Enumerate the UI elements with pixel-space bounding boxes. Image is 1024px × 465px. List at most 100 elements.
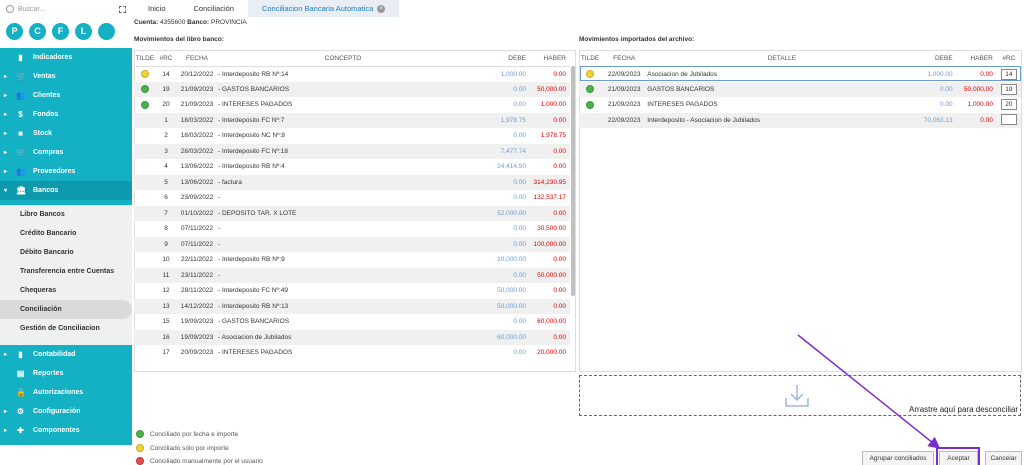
haber-cell: 1,000.00 (540, 101, 566, 109)
tilde-cell (134, 314, 156, 330)
table-row[interactable]: 8 07/11/2022 - 0.00 30,500.00 (134, 221, 570, 237)
submenu-item[interactable]: Transferencia entre Cuentas (0, 262, 132, 281)
rc-input[interactable] (1000, 113, 1017, 125)
chevron-icon: ▸ (4, 112, 8, 118)
table-row[interactable]: 1 18/03/2022 - Interdeposito FC Nº:7 1,978… (134, 112, 570, 128)
search-bar[interactable]: Buscar... (0, 0, 132, 18)
quick-circle-0[interactable]: P (6, 22, 23, 40)
chevron-icon: ▸ (4, 93, 8, 99)
column-header: TILDE (579, 51, 602, 67)
table-row[interactable]: 19 21/09/2023 - GASTOS BANCARIOS 0.00 50,00… (134, 81, 570, 97)
chevron-icon: ▾ (4, 188, 8, 194)
quick-circle-1[interactable]: C (29, 22, 46, 40)
users-icon: 👥 (16, 91, 26, 100)
tilde-cell (134, 112, 156, 128)
table-row[interactable]: 12 28/11/2022 - Interdeposito FC Nº:49 50,… (134, 283, 570, 299)
haber-cell: 50,000.00 (530, 81, 570, 97)
drop-zone[interactable]: Arrastre aquí para desconciliar (579, 375, 1021, 416)
table-row[interactable]: 21/09/2023 GASTOS BANCARIOS 0.00 50,000.00 1… (579, 81, 1021, 97)
menu-item-reportes[interactable]: ▤ Reportes (0, 364, 132, 383)
concepto-cell: - (218, 236, 468, 252)
debe-cell: 0.00 (513, 225, 526, 233)
rc-cell: 20 (162, 101, 170, 109)
table-row[interactable]: 20 21/09/2023 - INTERESES PAGADOS 0.00 1,00… (134, 97, 570, 113)
table-row[interactable]: 10 22/11/2022 - Interdeposito RB Nº:9 10,0… (134, 252, 570, 268)
tab-1[interactable]: Conciliación (180, 0, 248, 17)
table-row[interactable]: 22/09/2023 Interdeposito - Asociacion de … (579, 112, 1021, 128)
menu-item-ventas[interactable]: ▸ 🛒 Ventas (0, 67, 132, 86)
fecha-cell: 14/12/2022 (176, 298, 218, 314)
haber-cell: 30,500.00 (537, 225, 566, 233)
concepto-cell: - GASTOS BANCARIOS (218, 318, 290, 326)
column-header: DEBE (468, 51, 530, 67)
submenu-item[interactable]: Conciliación (0, 300, 132, 319)
rc-cell: 8 (164, 225, 168, 233)
table-row[interactable]: 5 13/06/2022 - factura 0.00 314,230.95 (134, 174, 570, 190)
menu-item-bancos[interactable]: ▾ 🏛 Bancos (0, 181, 132, 200)
debe-cell: 0.00 (916, 81, 957, 97)
table-row[interactable]: 6 23/09/2022 - 0.00 132,537.17 (134, 190, 570, 206)
table-row[interactable]: 4 13/06/2022 - Interdeposito RB Nº:4 24,41… (134, 159, 570, 175)
menu-item-autorizaciones[interactable]: 🔒 Autorizaciones (0, 383, 132, 402)
tilde-cell (134, 329, 156, 345)
table-row[interactable]: 9 07/11/2022 -0.00 100,000.00 (134, 236, 570, 252)
submenu-item[interactable]: Libro Bancos (0, 205, 132, 224)
quick-circle-4[interactable] (98, 22, 115, 40)
table-row[interactable]: 7 01/10/2022 - DEPOSITO TAR. X LOTE 52,000… (134, 205, 570, 221)
debe-cell: 0.00 (513, 349, 526, 357)
table-row[interactable]: 3 28/03/2022 - Interdeposito FC Nº:18 7,47… (134, 143, 570, 159)
submenu-item[interactable]: Débito Bancario (0, 243, 132, 262)
drop-label: Arrastre aquí para desconciliar (909, 405, 1018, 414)
close-icon[interactable]: × (377, 4, 386, 13)
menu-item-configuración[interactable]: ▸ ⚙ Configuración (0, 402, 132, 421)
cuenta-value: 4355600 (160, 19, 186, 26)
menu-item-label: Proveedores (33, 168, 76, 175)
expand-icon[interactable] (119, 5, 126, 13)
menu-item-label: Componentes (33, 427, 80, 434)
quick-circle-2[interactable]: F (52, 22, 69, 40)
quick-circle-3[interactable]: L (75, 22, 92, 40)
menu-item-componentes[interactable]: ▸ ✚ Componentes (0, 421, 132, 440)
fecha-cell: 21/09/2023 (607, 101, 641, 109)
status-dot-icon (136, 457, 144, 465)
table-row[interactable]: 2 18/03/2022 - Interdeposito NC Nº:8 0.00 1… (134, 128, 570, 144)
haber-cell: 0.00 (530, 298, 570, 314)
menu-item-proveedores[interactable]: ▸ 👥 Proveedores (0, 162, 132, 181)
tilde-cell (134, 174, 156, 190)
rc-input[interactable]: 19 (1000, 83, 1017, 95)
scrollbar[interactable] (571, 66, 575, 296)
menu-item-fondos[interactable]: ▸ $ Fondos (0, 105, 132, 124)
table-row[interactable]: 11 23/11/2022 -0.00 50,000.00 (134, 267, 570, 283)
table-row[interactable]: 15 19/09/2023 - GASTOS BANCARIOS 0.00 60,00… (134, 314, 570, 330)
tilde-cell (579, 112, 602, 128)
menu-item-stock[interactable]: ▸ ■ Stock (0, 124, 132, 143)
menu-item-contabilidad[interactable]: ▸ ▮ Contabilidad (0, 345, 132, 364)
cart-icon: 🛒 (16, 72, 26, 81)
table-row[interactable]: 13 14/12/2022 - Interdeposito RB Nº:13 50,… (134, 298, 570, 314)
search-input[interactable]: Buscar... (18, 6, 45, 13)
cancelar-button[interactable]: Cancelar (985, 451, 1022, 465)
table-row[interactable]: 16 19/09/2023 - Asociacion de Jubilados 60… (134, 329, 570, 345)
menu-item-clientes[interactable]: ▸ 👥 Clientes (0, 86, 132, 105)
haber-cell: 0.00 (530, 112, 570, 128)
tab-0[interactable]: Inicio (134, 0, 180, 17)
tab-2[interactable]: Conciliacion Bancaria Automatica × (247, 0, 400, 17)
search-icon (6, 5, 14, 13)
table-row[interactable]: 21/09/2023 INTERESES PAGADOS 0.00 1,000.00 2… (579, 97, 1021, 113)
rc-cell: 2 (164, 132, 168, 140)
table-row[interactable]: 17 20/09/2023 - INTERESES PAGADOS 0.00 20,0… (134, 345, 570, 361)
submenu-item[interactable]: Crédito Bancario (0, 224, 132, 243)
haber-cell: 1,978.75 (540, 132, 566, 140)
chevron-icon: ▸ (4, 150, 8, 156)
haber-cell: 1,000.00 (967, 101, 993, 109)
tilde-cell (134, 283, 156, 299)
concepto-cell: - Interdeposito FC Nº:49 (218, 287, 288, 295)
menu-item-compras[interactable]: ▸ 🛒 Compras (0, 143, 132, 162)
left-section-title: Movimientos del libro banco: (134, 36, 224, 43)
submenu-item[interactable]: Gestión de Conciliacion (0, 319, 132, 338)
table-row[interactable]: 14 20/12/2022 - Interdeposito RB Nº:14 1,0… (134, 66, 570, 82)
menu-item-indicadores[interactable]: ▮ Indicadores (0, 48, 132, 67)
submenu-item[interactable]: Chequeras (0, 281, 132, 300)
agrupar-conciliados-button[interactable]: Agrupar conciliados (862, 451, 934, 465)
rc-input[interactable]: 20 (1000, 99, 1017, 111)
